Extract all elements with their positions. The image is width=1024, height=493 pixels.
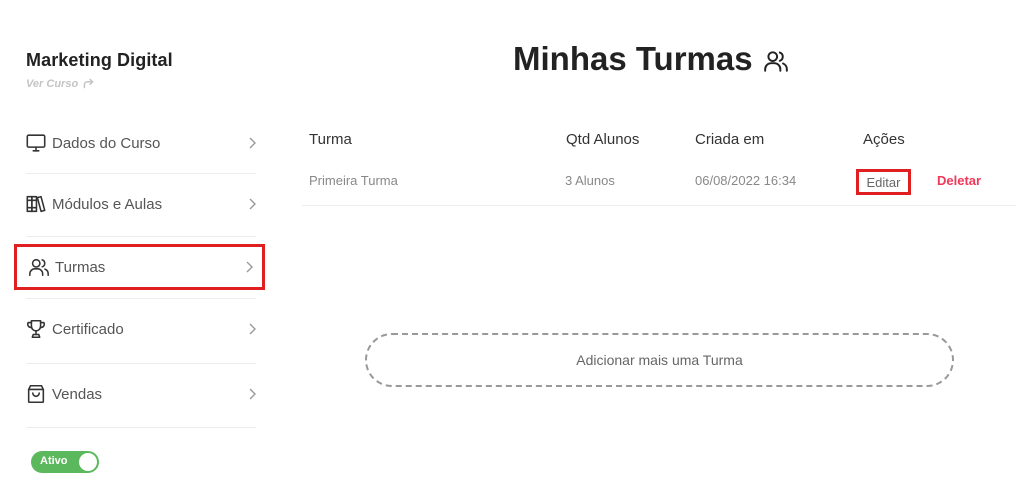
status-toggle-label: Ativo	[40, 455, 68, 467]
divider	[26, 236, 256, 237]
users-icon	[27, 255, 51, 279]
column-header-acoes: Ações	[863, 131, 905, 148]
sidebar-item-label: Dados do Curso	[52, 134, 161, 152]
sidebar-item-label: Módulos e Aulas	[52, 195, 163, 213]
divider	[26, 363, 256, 364]
chevron-right-icon	[247, 387, 257, 401]
sidebar-item-modulos-e-aulas[interactable]: Módulos e Aulas	[14, 181, 265, 227]
sidebar-item-label: Turmas	[55, 258, 106, 276]
status-toggle[interactable]: Ativo	[31, 451, 99, 473]
edit-button[interactable]: Editar	[856, 169, 911, 195]
cell-turma: Primeira Turma	[309, 173, 398, 188]
chevron-right-icon	[247, 136, 257, 150]
column-header-criada-em: Criada em	[695, 131, 765, 148]
share-arrow-icon	[83, 78, 94, 89]
users-icon	[763, 51, 788, 72]
view-course-label: Ver Curso	[26, 77, 79, 90]
shopping-bag-icon	[24, 382, 48, 406]
column-header-turma: Turma	[309, 131, 352, 148]
column-header-qtd-alunos: Qtd Alunos	[566, 131, 640, 148]
sidebar-item-vendas[interactable]: Vendas	[14, 371, 265, 417]
cell-qtd-alunos: 3 Alunos	[565, 173, 615, 188]
divider	[26, 427, 256, 428]
chevron-right-icon	[247, 322, 257, 336]
divider	[26, 298, 256, 299]
sidebar-item-turmas[interactable]: Turmas	[14, 244, 265, 290]
trophy-icon	[24, 317, 48, 341]
monitor-icon	[24, 131, 48, 155]
course-title: Marketing Digital	[26, 50, 173, 70]
page-title: Minhas Turmas	[513, 40, 789, 78]
page-title-text: Minhas Turmas	[513, 40, 753, 77]
delete-button[interactable]: Deletar	[937, 173, 981, 188]
divider	[302, 205, 1016, 206]
view-course-link[interactable]: Ver Curso	[26, 77, 95, 90]
sidebar-item-certificado[interactable]: Certificado	[14, 306, 265, 352]
books-icon	[24, 192, 48, 216]
sidebar-item-label: Certificado	[52, 320, 124, 338]
toggle-knob	[79, 453, 97, 471]
add-class-button[interactable]: Adicionar mais uma Turma	[365, 333, 954, 387]
chevron-right-icon	[247, 197, 257, 211]
chevron-right-icon	[244, 260, 254, 274]
divider	[26, 173, 256, 174]
sidebar-item-dados-do-curso[interactable]: Dados do Curso	[14, 120, 265, 166]
cell-criada-em: 06/08/2022 16:34	[695, 173, 797, 188]
sidebar-item-label: Vendas	[52, 385, 103, 403]
sidebar: Marketing Digital Ver Curso Dados do Cur…	[0, 0, 280, 493]
